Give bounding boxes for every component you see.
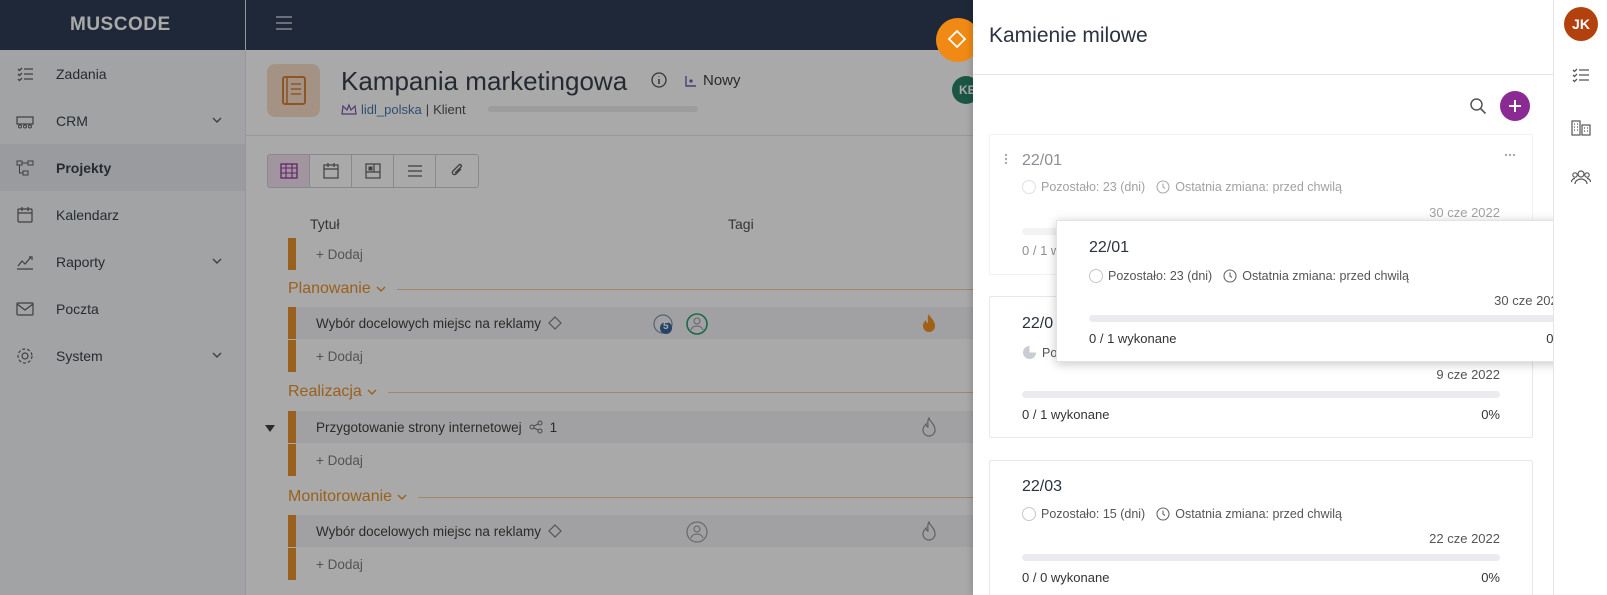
milestone-remaining: Po <box>1042 345 1058 360</box>
clock-icon <box>1156 507 1170 521</box>
milestone-name: 22/0 <box>1022 315 1054 332</box>
milestone-meta: Pozostało: 23 (dni) Ostatnia zmiana: prz… <box>1089 269 1409 283</box>
milestone-done: 0 / 1 wykonane <box>1089 331 1177 346</box>
progress-circle-icon <box>1089 269 1103 283</box>
milestone-remaining: Pozostało: 23 (dni) <box>1108 269 1213 283</box>
milestone-remaining: Pozostało: 23 (dni) <box>1041 180 1146 194</box>
milestone-remaining: Pozostało: 15 (dni) <box>1041 507 1146 521</box>
progress-circle-icon <box>1023 346 1036 359</box>
milestone-name: 22/01 <box>1089 239 1130 256</box>
milestone-meta: Pozostało: 15 (dni) Ostatnia zmiana: prz… <box>1022 507 1342 521</box>
panel-divider <box>973 74 1553 75</box>
dragged-milestone-card[interactable]: 22/01 Pozostało: 23 (dni) Ostatnia zmian… <box>1056 220 1598 362</box>
add-milestone-button[interactable] <box>1500 91 1530 121</box>
progress-circle-icon <box>1022 507 1036 521</box>
search-icon[interactable] <box>1469 97 1487 115</box>
milestone-done: 0 / 0 wykonane <box>1022 570 1110 585</box>
plus-icon <box>1509 100 1521 112</box>
more-options-icon[interactable] <box>1504 153 1516 157</box>
contacts-icon[interactable] <box>1571 167 1591 187</box>
modal-backdrop[interactable] <box>0 0 974 595</box>
drag-handle-icon[interactable] <box>1004 153 1008 165</box>
milestone-percent: 0% <box>1481 407 1500 422</box>
panel-title: Kamienie milowe <box>989 24 1148 47</box>
milestone-meta: Po <box>1022 345 1057 360</box>
milestone-changed: Ostatnia zmiana: przed chwilą <box>1242 269 1409 283</box>
milestone-name: 22/03 <box>1022 478 1063 495</box>
milestone-meta: Pozostało: 23 (dni) Ostatnia zmiana: prz… <box>1022 180 1342 194</box>
milestone-date: 9 cze 2022 <box>1436 367 1500 382</box>
milestone-name: 22/01 <box>1022 152 1063 169</box>
milestone-date: 22 cze 2022 <box>1429 531 1500 546</box>
milestone-card[interactable]: 22/03 Pozostało: 15 (dni) Ostatnia zmian… <box>989 460 1533 595</box>
milestone-progress-bar <box>1022 391 1500 398</box>
milestone-done: 0 / 1 w <box>1022 243 1061 258</box>
milestone-changed: Ostatnia zmiana: przed chwilą <box>1175 507 1342 521</box>
clock-icon <box>1223 269 1237 283</box>
companies-icon[interactable] <box>1571 117 1591 137</box>
app: MUSCODE Zadania CRM Projekty Kalendarz R… <box>0 0 1607 595</box>
milestone-done: 0 / 1 wykonane <box>1022 407 1110 422</box>
milestone-date: 30 cze 2022 <box>1429 205 1500 220</box>
user-avatar[interactable]: JK <box>1564 7 1598 41</box>
milestone-percent: 0% <box>1481 570 1500 585</box>
milestone-changed: Ostatnia zmiana: przed chwilą <box>1175 180 1342 194</box>
clock-icon <box>1156 180 1170 194</box>
progress-circle-icon <box>1022 180 1036 194</box>
right-rail: JK <box>1553 0 1607 595</box>
milestone-progress-bar <box>1022 554 1500 561</box>
tasks-icon[interactable] <box>1571 65 1591 85</box>
milestone-progress-bar <box>1089 315 1565 322</box>
